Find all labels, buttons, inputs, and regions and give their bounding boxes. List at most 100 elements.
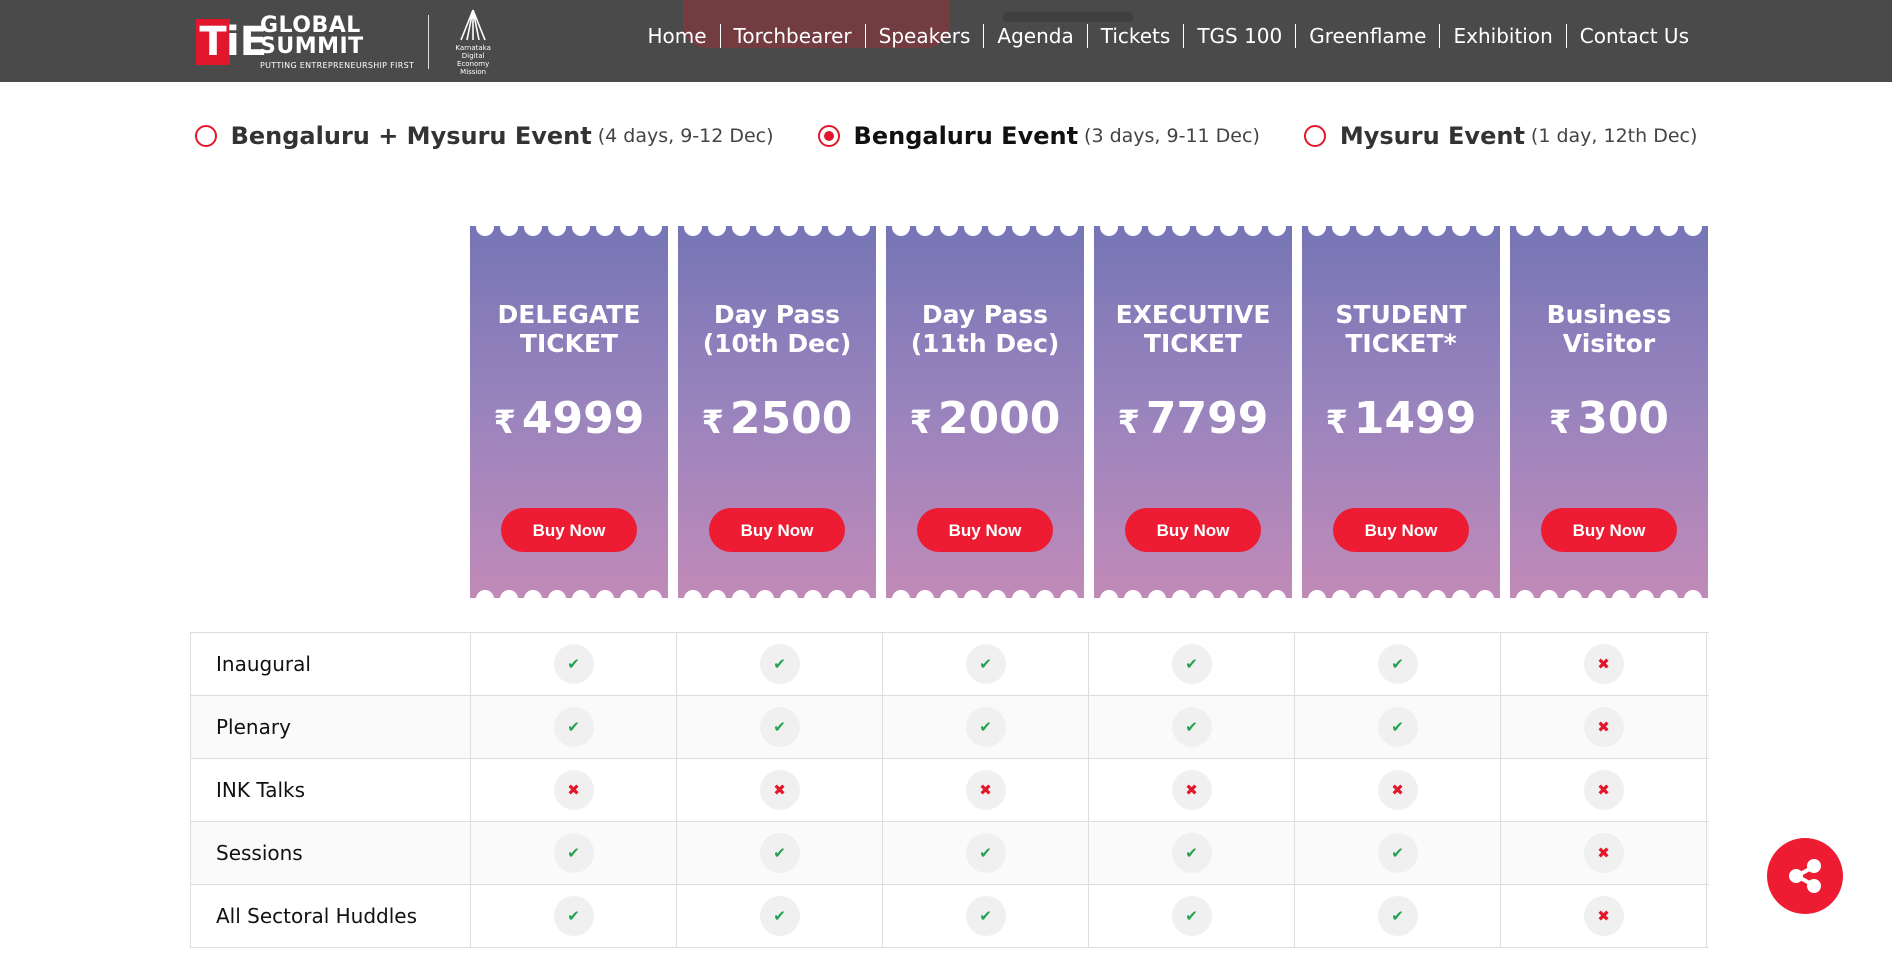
radio-icon[interactable] — [1303, 125, 1326, 147]
logo-t: T — [196, 19, 230, 65]
buy-now-button[interactable]: Buy Now — [917, 508, 1053, 552]
logo-divider — [428, 15, 430, 69]
ticket-title: Day Pass (10th Dec) — [678, 300, 876, 358]
ticket-title-line-1: Business — [1546, 300, 1672, 329]
buy-now-button[interactable]: Buy Now — [1333, 508, 1469, 552]
building-icon — [460, 9, 486, 41]
feature-cell: ✔ — [883, 633, 1089, 695]
feature-cell: ✔ — [1295, 822, 1501, 884]
nav-tgs-100[interactable]: TGS 100 — [1183, 24, 1295, 48]
event-name: Bengaluru Event — [853, 122, 1079, 150]
feature-cell: ✖ — [677, 759, 883, 821]
table-row: Plenary ✔ ✔ ✔ ✔ ✔ ✖ — [190, 696, 1709, 759]
event-option-mysuru[interactable]: Mysuru Event (1 day, 12th Dec) — [1303, 122, 1698, 150]
nav-exhibition[interactable]: Exhibition — [1439, 24, 1565, 48]
ticket-title: Business Visitor — [1510, 300, 1708, 358]
site-header: T iE GLOBAL SUMMIT PUTTING ENTREPRENEURS… — [0, 0, 1892, 82]
nav-agenda[interactable]: Agenda — [983, 24, 1086, 48]
logo-wordmark: GLOBAL SUMMIT PUTTING ENTREPRENEURSHIP F… — [260, 14, 415, 70]
cross-icon: ✖ — [1171, 770, 1212, 810]
feature-cell: ✔ — [677, 885, 883, 947]
cross-icon: ✖ — [1583, 833, 1624, 873]
cross-icon: ✖ — [1583, 770, 1624, 810]
feature-cell: ✔ — [1295, 885, 1501, 947]
partner-line-1: Karnataka Digital — [455, 44, 491, 60]
radio-icon[interactable] — [817, 125, 840, 147]
buy-now-button[interactable]: Buy Now — [709, 508, 845, 552]
nav-torchbearer[interactable]: Torchbearer — [719, 24, 865, 48]
card-edge-top — [1094, 226, 1292, 236]
check-icon: ✔ — [553, 707, 594, 747]
buy-now-button[interactable]: Buy Now — [1541, 508, 1677, 552]
feature-cell: ✔ — [471, 822, 677, 884]
ticket-price-value: 300 — [1577, 393, 1670, 444]
ticket-price: ₹4999 — [470, 394, 668, 447]
table-row: All Sectoral Huddles ✔ ✔ ✔ ✔ ✔ ✖ — [190, 885, 1709, 948]
cross-icon: ✖ — [1583, 896, 1624, 936]
nav-tickets[interactable]: Tickets — [1086, 24, 1184, 48]
feature-label: INK Talks — [190, 759, 471, 821]
buy-now-button[interactable]: Buy Now — [1125, 508, 1261, 552]
check-icon: ✔ — [965, 896, 1006, 936]
feature-cell: ✖ — [1501, 633, 1707, 695]
nav-contact-us[interactable]: Contact Us — [1565, 24, 1702, 48]
ticket-title-line-1: Day Pass — [921, 300, 1049, 329]
feature-cell: ✔ — [883, 822, 1089, 884]
rupee-icon: ₹ — [909, 403, 932, 441]
site-logo[interactable]: T iE GLOBAL SUMMIT PUTTING ENTREPRENEURS… — [196, 9, 503, 76]
nav-greenflame[interactable]: Greenflame — [1295, 24, 1439, 48]
nav-speakers[interactable]: Speakers — [864, 24, 984, 48]
check-icon: ✔ — [1377, 707, 1418, 747]
card-edge-top — [470, 226, 668, 236]
cross-icon: ✖ — [1583, 644, 1624, 684]
check-icon: ✔ — [553, 896, 594, 936]
share-icon — [1789, 859, 1821, 893]
check-icon: ✔ — [759, 644, 800, 684]
event-duration: (1 day, 12th Dec) — [1530, 125, 1698, 147]
feature-cell: ✔ — [1295, 696, 1501, 758]
event-selector: Bengaluru + Mysuru Event (4 days, 9-12 D… — [0, 122, 1892, 150]
rupee-icon: ₹ — [1325, 403, 1348, 441]
card-edge-bottom — [1510, 590, 1708, 598]
ticket-price-value: 1499 — [1353, 393, 1477, 444]
logo-tagline: PUTTING ENTREPRENEURSHIP FIRST — [260, 60, 415, 70]
tie-logo-mark: T iE — [196, 19, 267, 65]
check-icon: ✔ — [965, 644, 1006, 684]
feature-cell: ✔ — [883, 696, 1089, 758]
feature-label: All Sectoral Huddles — [190, 885, 471, 947]
event-option-bengaluru-mysuru[interactable]: Bengaluru + Mysuru Event (4 days, 9-12 D… — [194, 122, 774, 150]
share-button[interactable] — [1767, 838, 1843, 914]
table-row: Sessions ✔ ✔ ✔ ✔ ✔ ✖ — [190, 822, 1709, 885]
ticket-price-value: 7799 — [1145, 393, 1269, 444]
ticket-price-value: 2000 — [937, 393, 1061, 444]
rupee-icon: ₹ — [1117, 403, 1140, 441]
feature-cell: ✔ — [677, 633, 883, 695]
cross-icon: ✖ — [965, 770, 1006, 810]
card-edge-bottom — [678, 590, 876, 598]
partner-logo: Karnataka Digital Economy Mission — [443, 8, 503, 76]
ticket-card: EXECUTIVE TICKET ₹7799 Buy Now — [1094, 226, 1292, 598]
feature-cell: ✖ — [1501, 696, 1707, 758]
check-icon: ✔ — [1377, 896, 1418, 936]
ticket-price: ₹1499 — [1302, 394, 1500, 447]
rupee-icon: ₹ — [493, 403, 516, 441]
ticket-title: EXECUTIVE TICKET — [1094, 300, 1292, 358]
nav-home[interactable]: Home — [634, 24, 719, 48]
buy-now-button[interactable]: Buy Now — [501, 508, 637, 552]
ticket-card: Business Visitor ₹300 Buy Now — [1510, 226, 1708, 598]
check-icon: ✔ — [1171, 896, 1212, 936]
ticket-title-line-1: Day Pass — [713, 300, 841, 329]
event-option-bengaluru[interactable]: Bengaluru Event (3 days, 9-11 Dec) — [817, 122, 1260, 150]
partner-line-2: Economy Mission — [457, 60, 490, 76]
feature-cell: ✔ — [471, 885, 677, 947]
feature-cell: ✔ — [677, 822, 883, 884]
check-icon: ✔ — [965, 707, 1006, 747]
radio-icon[interactable] — [194, 125, 217, 147]
feature-cell: ✔ — [1089, 885, 1295, 947]
card-edge-top — [678, 226, 876, 236]
feature-cell: ✖ — [1501, 822, 1707, 884]
feature-cell: ✖ — [1501, 885, 1707, 947]
ticket-title-line-2: TICKET — [519, 329, 619, 358]
rupee-icon: ₹ — [1548, 403, 1572, 441]
check-icon: ✔ — [1171, 833, 1212, 873]
